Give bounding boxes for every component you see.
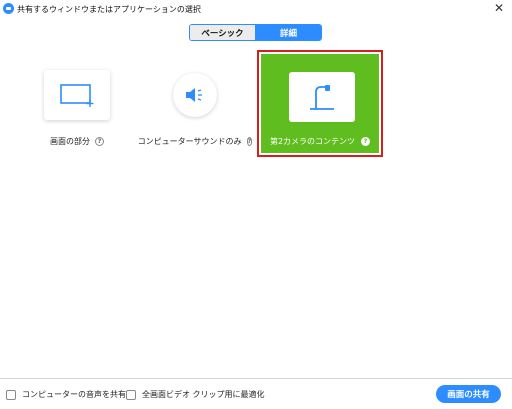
optimize-video-option[interactable]: 全画面ビデオ クリップ用に最適化 [126, 389, 265, 400]
window-title: 共有するウィンドウまたはアプリケーションの選択 [17, 5, 201, 14]
tab-basic[interactable]: ベーシック [190, 25, 256, 40]
option-computer-sound[interactable]: コンピューターサウンドのみ ? [137, 50, 253, 157]
portion-card[interactable] [44, 70, 110, 120]
tab-advanced[interactable]: 詳細 [256, 25, 321, 40]
portion-rectangle-icon [60, 84, 94, 107]
zoom-app-icon [3, 3, 14, 14]
option-second-camera[interactable]: 第2カメラのコンテンツ ? [257, 50, 383, 157]
second-camera-label-row: 第2カメラのコンテンツ ? [261, 136, 379, 147]
second-camera-label: 第2カメラのコンテンツ [269, 137, 356, 146]
second-camera-card [289, 72, 355, 122]
help-icon[interactable]: ? [361, 137, 371, 146]
help-icon[interactable]: ? [95, 137, 104, 146]
option-portion-of-screen[interactable]: 画面の部分 ? [22, 50, 132, 157]
speaker-icon [186, 88, 202, 102]
second-camera-tile[interactable]: 第2カメラのコンテンツ ? [261, 54, 379, 153]
share-screen-button[interactable]: 画面の共有 [436, 385, 501, 403]
computer-sound-label-row: コンピューターサウンドのみ ? [137, 136, 253, 147]
portion-label-row: 画面の部分 ? [22, 136, 132, 147]
optimize-video-checkbox[interactable] [126, 389, 136, 400]
help-icon[interactable]: ? [246, 137, 253, 146]
tab-switcher: ベーシック 詳細 [189, 24, 322, 41]
share-computer-audio-checkbox[interactable] [6, 389, 16, 400]
title-bar: 共有するウィンドウまたはアプリケーションの選択 ✕ [0, 0, 512, 18]
footer-bar: コンピューターの音声を共有 全画面ビデオ クリップ用に最適化 画面の共有 [0, 378, 512, 409]
document-camera-icon [310, 85, 334, 110]
computer-sound-label: コンピューターサウンドのみ [137, 137, 242, 146]
share-computer-audio-option[interactable]: コンピューターの音声を共有 [6, 389, 126, 400]
optimize-video-label: 全画面ビデオ クリップ用に最適化 [142, 390, 265, 399]
close-button[interactable]: ✕ [492, 1, 506, 15]
portion-label: 画面の部分 [50, 137, 90, 146]
share-computer-audio-label: コンピューターの音声を共有 [22, 390, 126, 399]
computer-sound-circle[interactable] [173, 73, 217, 117]
